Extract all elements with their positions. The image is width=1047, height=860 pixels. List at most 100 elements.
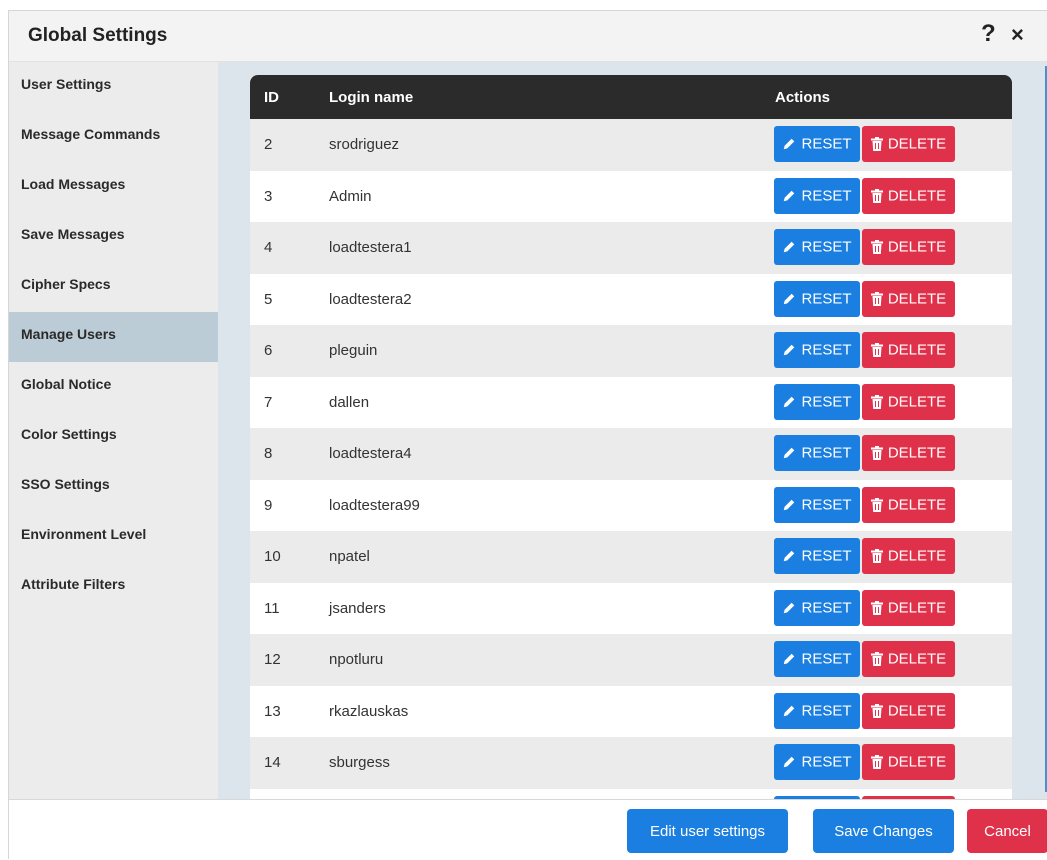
table-row: 7 dallen RESET DELETE (250, 376, 1012, 428)
trash-icon (870, 703, 883, 718)
reset-label: RESET (801, 702, 852, 720)
delete-button[interactable]: DELETE (862, 744, 955, 780)
cell-id: 5 (264, 290, 273, 308)
delete-label: DELETE (887, 496, 947, 514)
table-row: RESETDELETE (250, 788, 1012, 799)
cell-id: 6 (264, 342, 273, 359)
sidebar-item-save-messages[interactable]: Save Messages (9, 212, 218, 262)
table-header: ID Login name Actions (250, 75, 1012, 119)
delete-button[interactable]: DELETE (862, 280, 955, 317)
reset-button[interactable]: RESET (774, 126, 860, 162)
cell-login-name: srodriguez (329, 136, 400, 153)
reset-button[interactable]: RESET (774, 435, 860, 471)
cell-login-name: loadtestera4 (329, 445, 412, 462)
delete-button[interactable]: DELETE (862, 486, 955, 523)
reset-label: RESET (801, 650, 852, 668)
reset-label: RESET (801, 547, 852, 565)
table-row: 3 Admin RESET DELETE (250, 170, 1012, 222)
pencil-icon (784, 705, 795, 717)
cell-id: 10 (264, 548, 281, 565)
delete-button[interactable]: DELETE (862, 126, 955, 162)
reset-label: RESET (801, 496, 852, 514)
delete-label: DELETE (887, 444, 947, 462)
reset-button[interactable]: RESET (774, 177, 860, 214)
reset-label: RESET (801, 341, 852, 359)
delete-label: DELETE (887, 238, 947, 256)
reset-label: RESET (801, 599, 852, 617)
sidebar-item-message-commands[interactable]: Message Commands (9, 112, 218, 162)
save-changes-button[interactable]: Save Changes (813, 809, 954, 853)
sidebar: User Settings Message Commands Load Messag… (9, 62, 218, 799)
sidebar-item-color-settings[interactable]: Color Settings (9, 412, 218, 462)
delete-button[interactable]: DELETE (862, 383, 955, 420)
reset-button[interactable]: RESET (774, 641, 860, 677)
cell-id: 4 (264, 239, 273, 256)
table-row: 6 pleguin RESET DELETE (250, 325, 1012, 377)
reset-button[interactable]: RESET (774, 486, 860, 523)
trash-icon (870, 137, 883, 152)
delete-label: DELETE (887, 753, 947, 771)
main-panel[interactable]: ID Login name Actions 2 srodriguez RESET DE… (218, 62, 1047, 799)
cell-login-name: npatel (329, 548, 370, 565)
trash-icon (870, 240, 883, 255)
reset-button[interactable]: RESET (774, 332, 860, 368)
delete-button[interactable]: DELETE (862, 692, 955, 729)
footer: Edit user settings Save Changes Cancel (9, 799, 1047, 860)
reset-button[interactable]: RESET (774, 538, 860, 574)
delete-button[interactable]: DELETE (862, 229, 955, 265)
help-icon[interactable]: ? (981, 20, 996, 48)
reset-button[interactable]: RESET (774, 229, 860, 265)
sidebar-item-global-notice[interactable]: Global Notice (9, 362, 218, 412)
close-icon[interactable]: × (1011, 22, 1024, 48)
reset-button[interactable]: RESET (774, 744, 860, 780)
table-row: 5 loadtestera2 RESET DELETE (250, 273, 1012, 325)
column-header-login-name: Login name (329, 89, 414, 106)
trash-icon (870, 291, 883, 306)
reset-label: RESET (801, 753, 852, 771)
column-header-actions: Actions (775, 89, 831, 106)
table-row: 14 sburgess RESET DELETE (250, 737, 1012, 789)
delete-button[interactable]: DELETE (862, 435, 955, 471)
pencil-icon (784, 396, 795, 408)
pencil-icon (784, 190, 795, 202)
table-row: 11 jsanders RESET DELETE (250, 582, 1012, 634)
reset-label: RESET (801, 444, 852, 462)
cell-id: 14 (264, 754, 281, 771)
cell-login-name: loadtestera99 (329, 496, 420, 514)
reset-button[interactable]: RESET (774, 692, 860, 729)
delete-label: DELETE (887, 599, 947, 617)
pencil-icon (784, 551, 795, 562)
cell-id: 11 (264, 599, 280, 617)
cell-login-name: dallen (329, 393, 370, 411)
pencil-icon (784, 602, 795, 614)
delete-label: DELETE (887, 187, 947, 205)
delete-button[interactable]: DELETE (862, 589, 955, 626)
sidebar-item-environment-level[interactable]: Environment Level (9, 512, 218, 562)
cell-login-name: Admin (329, 187, 372, 205)
reset-label: RESET (801, 135, 852, 153)
sidebar-item-attribute-filters[interactable]: Attribute Filters (9, 562, 218, 612)
delete-button[interactable]: DELETE (862, 538, 955, 574)
cell-id: 3 (264, 187, 273, 205)
trash-icon (870, 497, 883, 512)
cancel-button[interactable]: Cancel (967, 809, 1047, 853)
sidebar-item-cipher-specs[interactable]: Cipher Specs (9, 262, 218, 312)
cell-id: 13 (264, 702, 281, 720)
sidebar-item-sso-settings[interactable]: SSO Settings (9, 462, 218, 512)
trash-icon (870, 652, 883, 667)
reset-button[interactable]: RESET (774, 383, 860, 420)
reset-button[interactable]: RESET (774, 589, 860, 626)
sidebar-item-load-messages[interactable]: Load Messages (9, 162, 218, 212)
reset-button[interactable]: RESET (774, 280, 860, 317)
edit-user-settings-button[interactable]: Edit user settings (627, 809, 788, 853)
dialog-title: Global Settings (28, 25, 168, 46)
sidebar-item-manage-users[interactable]: Manage Users (9, 312, 218, 362)
sidebar-item-user-settings[interactable]: User Settings (9, 62, 218, 112)
delete-button[interactable]: DELETE (862, 177, 955, 214)
delete-label: DELETE (887, 341, 947, 359)
column-header-id: ID (264, 89, 279, 106)
pencil-icon (784, 242, 795, 253)
delete-button[interactable]: DELETE (862, 332, 955, 368)
table-row: 10 npatel RESET DELETE (250, 531, 1012, 583)
delete-button[interactable]: DELETE (862, 641, 955, 677)
